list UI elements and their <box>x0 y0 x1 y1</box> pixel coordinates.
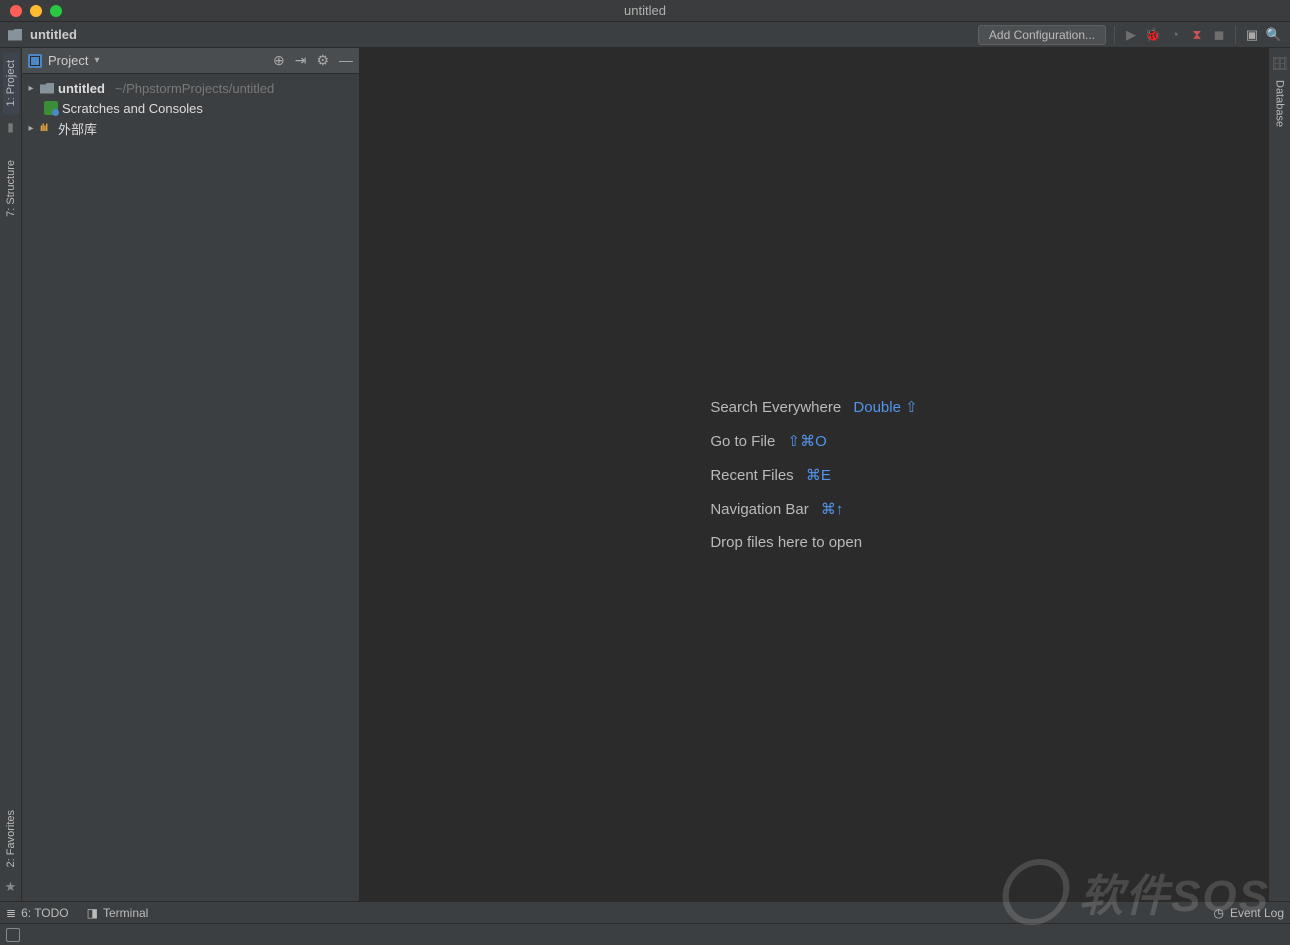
main-area: 1: Project ▮ 7: Structure 2: Favorites ★… <box>0 48 1290 901</box>
hide-icon[interactable]: — <box>339 52 353 69</box>
terminal-icon: ◨ <box>87 906 98 920</box>
separator <box>1235 26 1236 44</box>
tree-root[interactable]: ▸ untitled ~/PhpstormProjects/untitled <box>26 78 355 98</box>
hint-label: Navigation Bar <box>710 501 808 518</box>
welcome-hints: Search Everywhere Double ⇧ Go to File ⇧⌘… <box>710 382 917 567</box>
bottom-right: ◷ Event Log <box>1213 906 1284 920</box>
terminal-tool-tab[interactable]: ◨ Terminal <box>87 906 149 920</box>
editor-placeholder[interactable]: Search Everywhere Double ⇧ Go to File ⇧⌘… <box>360 48 1268 901</box>
locate-icon[interactable]: ⊕ <box>273 52 285 69</box>
close-window-button[interactable] <box>10 5 22 17</box>
window-title: untitled <box>0 3 1290 18</box>
hint-drop-files: Drop files here to open <box>710 534 917 551</box>
project-tree[interactable]: ▸ untitled ~/PhpstormProjects/untitled S… <box>22 74 359 142</box>
hint-shortcut: ⇧⌘O <box>788 433 827 450</box>
window-controls <box>0 5 62 17</box>
expand-arrow-icon[interactable]: ▸ <box>26 123 36 134</box>
toolbar-right: Add Configuration... ▶ 🐞 ◔ ⧗ ◼ ▣ 🔍 <box>978 25 1282 45</box>
project-tool-tab[interactable]: 1: Project <box>3 52 19 114</box>
debug-icon[interactable]: 🐞 <box>1145 27 1161 43</box>
breadcrumb[interactable]: untitled <box>8 27 77 42</box>
folder-icon <box>8 29 22 41</box>
hint-recent-files: Recent Files ⌘E <box>710 466 917 484</box>
hint-label: Recent Files <box>710 467 793 484</box>
project-tool-window: Project ▾ ⊕ ⇥ ⚙ — ▸ untitled ~/PhpstormP… <box>22 48 360 901</box>
todo-label: 6: TODO <box>21 906 69 920</box>
hint-go-to-file: Go to File ⇧⌘O <box>710 432 917 450</box>
hint-shortcut: Double ⇧ <box>853 399 917 416</box>
star-icon: ★ <box>5 879 17 895</box>
event-log-tab[interactable]: Event Log <box>1230 906 1284 920</box>
tree-scratches[interactable]: Scratches and Consoles <box>26 98 355 118</box>
hint-shortcut: ⌘E <box>806 467 831 484</box>
left-gutter: 1: Project ▮ 7: Structure 2: Favorites ★ <box>0 48 22 901</box>
titlebar: untitled <box>0 0 1290 22</box>
project-view-title[interactable]: Project <box>48 53 88 68</box>
project-tool-header: Project ▾ ⊕ ⇥ ⚙ — <box>22 48 359 74</box>
hint-label: Search Everywhere <box>710 399 841 416</box>
gear-icon[interactable]: ⚙ <box>316 52 329 69</box>
event-log-icon: ◷ <box>1213 906 1223 920</box>
structure-tool-tab[interactable]: 7: Structure <box>3 152 19 225</box>
profiler-icon[interactable]: ⧗ <box>1189 27 1205 43</box>
todo-tool-tab[interactable]: ≣ 6: TODO <box>6 906 69 920</box>
tree-scratches-label: Scratches and Consoles <box>62 101 203 116</box>
tree-root-name: untitled <box>58 81 105 96</box>
collapse-icon[interactable]: ⇥ <box>295 52 307 69</box>
right-gutter: 🗄 Database <box>1268 48 1290 901</box>
tree-external-libs[interactable]: ▸ ılıl 外部库 <box>26 118 355 138</box>
coverage-icon[interactable]: ◔ <box>1167 27 1183 43</box>
add-configuration-button[interactable]: Add Configuration... <box>978 25 1106 45</box>
run-icon[interactable]: ▶ <box>1123 27 1139 43</box>
project-tab-label: 1: Project <box>5 60 17 106</box>
folder-icon <box>40 83 54 94</box>
bottom-tool-bar: ≣ 6: TODO ◨ Terminal ◷ Event Log <box>0 901 1290 923</box>
tree-external-libs-label: 外部库 <box>58 119 97 138</box>
project-tool-actions: ⊕ ⇥ ⚙ — <box>273 52 353 69</box>
project-view-icon <box>28 54 42 68</box>
tool-windows-toggle[interactable] <box>6 928 20 942</box>
list-icon: ≣ <box>6 906 16 920</box>
database-tool-tab[interactable]: Database <box>1272 72 1288 135</box>
hint-label: Drop files here to open <box>710 534 862 551</box>
database-icon: 🗄 <box>1271 56 1288 72</box>
scratches-icon <box>44 101 58 115</box>
stop-icon[interactable]: ◼ <box>1211 27 1227 43</box>
hint-navigation-bar: Navigation Bar ⌘↑ <box>710 500 917 518</box>
breadcrumb-project: untitled <box>30 27 77 42</box>
chevron-down-icon[interactable]: ▾ <box>94 55 99 66</box>
library-icon: ılıl <box>40 123 54 134</box>
hint-label: Go to File <box>710 433 775 450</box>
terminal-label: Terminal <box>103 906 148 920</box>
folder-gutter-icon[interactable]: ▮ <box>7 120 14 134</box>
hint-shortcut: ⌘↑ <box>821 501 844 518</box>
minimize-window-button[interactable] <box>30 5 42 17</box>
structure-tab-label: 7: Structure <box>5 160 17 217</box>
search-icon[interactable]: 🔍 <box>1266 27 1282 43</box>
favorites-tab-label: 2: Favorites <box>5 810 17 867</box>
maximize-window-button[interactable] <box>50 5 62 17</box>
layout-icon[interactable]: ▣ <box>1244 27 1260 43</box>
navigation-bar: untitled Add Configuration... ▶ 🐞 ◔ ⧗ ◼ … <box>0 22 1290 48</box>
hint-search-everywhere: Search Everywhere Double ⇧ <box>710 398 917 416</box>
database-tab-label: Database <box>1274 80 1286 127</box>
tree-root-path: ~/PhpstormProjects/untitled <box>115 81 274 96</box>
separator <box>1114 26 1115 44</box>
expand-arrow-icon[interactable]: ▸ <box>26 83 36 94</box>
favorites-tool-tab[interactable]: 2: Favorites <box>3 802 19 875</box>
status-bar <box>0 923 1290 945</box>
